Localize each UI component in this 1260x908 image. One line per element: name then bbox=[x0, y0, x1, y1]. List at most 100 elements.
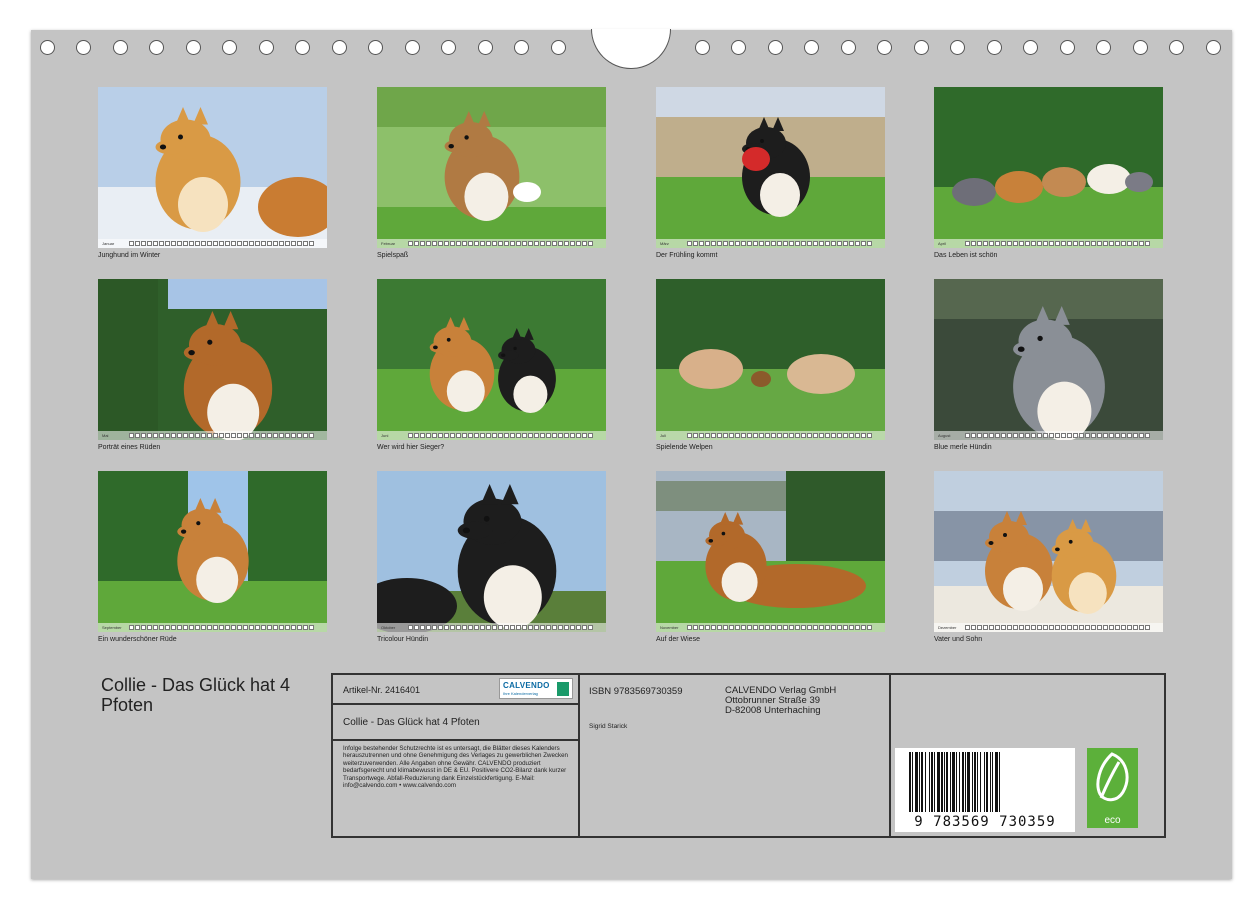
month-calendar-strip: Oktober bbox=[377, 623, 606, 632]
day-cell bbox=[570, 241, 575, 246]
day-cell bbox=[492, 625, 497, 630]
month-caption: Tricolour Hündin bbox=[377, 636, 429, 643]
barcode-bar bbox=[944, 752, 945, 812]
day-cell bbox=[849, 241, 854, 246]
day-cell bbox=[261, 625, 266, 630]
day-cell bbox=[261, 433, 266, 438]
day-cell bbox=[995, 625, 1000, 630]
day-cell bbox=[165, 625, 170, 630]
day-cell bbox=[231, 433, 236, 438]
binding-hole bbox=[1096, 40, 1111, 55]
day-cell bbox=[159, 625, 164, 630]
day-cell bbox=[729, 625, 734, 630]
day-cell bbox=[741, 433, 746, 438]
day-cell bbox=[723, 625, 728, 630]
calvendo-logo: CALVENDO Ihre Kalenderverlag bbox=[499, 678, 573, 699]
barcode-number: 9 783569 730359 bbox=[914, 814, 1056, 830]
month-item: Dezember Vater und Sohn bbox=[934, 471, 1163, 645]
day-cell bbox=[741, 241, 746, 246]
day-cell bbox=[801, 625, 806, 630]
isbn-text: ISBN 9783569730359 bbox=[589, 686, 683, 697]
day-cell bbox=[977, 433, 982, 438]
month-name: Juni bbox=[381, 433, 389, 438]
day-cell bbox=[171, 241, 176, 246]
binding-hole bbox=[405, 40, 420, 55]
day-cell bbox=[867, 433, 872, 438]
day-cell bbox=[759, 241, 764, 246]
month-name: September bbox=[102, 625, 122, 630]
day-cell bbox=[1127, 625, 1132, 630]
collie-photo bbox=[98, 471, 327, 632]
day-cell bbox=[297, 433, 302, 438]
day-cell bbox=[438, 625, 443, 630]
month-caption: Blue merle Hündin bbox=[934, 444, 992, 451]
day-cell bbox=[516, 241, 521, 246]
day-cell bbox=[177, 433, 182, 438]
day-cell bbox=[687, 433, 692, 438]
month-name: Mai bbox=[102, 433, 109, 438]
day-cell bbox=[279, 625, 284, 630]
day-cell bbox=[153, 241, 158, 246]
day-cell bbox=[219, 625, 224, 630]
day-cell bbox=[498, 433, 503, 438]
day-cell bbox=[1115, 625, 1120, 630]
day-cell bbox=[540, 241, 545, 246]
day-cell bbox=[303, 625, 308, 630]
barcode-bar bbox=[925, 752, 926, 812]
day-cell bbox=[861, 625, 866, 630]
day-cell bbox=[983, 625, 988, 630]
day-cell bbox=[450, 241, 455, 246]
day-cell bbox=[528, 625, 533, 630]
binding-hole bbox=[877, 40, 892, 55]
day-cell bbox=[480, 625, 485, 630]
day-cell bbox=[717, 625, 722, 630]
day-cell bbox=[801, 433, 806, 438]
day-cell bbox=[249, 433, 254, 438]
day-cell bbox=[729, 433, 734, 438]
day-cell bbox=[522, 241, 527, 246]
day-cell bbox=[1037, 625, 1042, 630]
month-caption: Wer wird hier Sieger? bbox=[377, 444, 445, 451]
day-cell bbox=[444, 625, 449, 630]
day-cell bbox=[468, 433, 473, 438]
month-calendar-strip: Januar bbox=[98, 239, 327, 248]
binding-hole bbox=[731, 40, 746, 55]
day-cell bbox=[1019, 241, 1024, 246]
day-cell bbox=[588, 433, 593, 438]
day-cell bbox=[1097, 433, 1102, 438]
hanger-cutout bbox=[591, 29, 671, 69]
day-cell bbox=[462, 241, 467, 246]
day-cell bbox=[819, 625, 824, 630]
day-cell bbox=[201, 241, 206, 246]
binding-hole bbox=[987, 40, 1002, 55]
day-cell bbox=[504, 625, 509, 630]
day-cell bbox=[438, 241, 443, 246]
day-cell bbox=[819, 241, 824, 246]
collie-photo bbox=[656, 279, 885, 440]
day-cell bbox=[267, 241, 272, 246]
isbn-barcode: 9 783569 730359 bbox=[895, 748, 1075, 832]
day-cell bbox=[450, 433, 455, 438]
day-cell bbox=[735, 241, 740, 246]
barcode-bar bbox=[959, 752, 960, 812]
binding-hole bbox=[76, 40, 91, 55]
day-cell bbox=[540, 625, 545, 630]
day-cell bbox=[438, 433, 443, 438]
barcode-bar bbox=[931, 752, 933, 812]
day-cell bbox=[444, 241, 449, 246]
day-cell bbox=[849, 433, 854, 438]
day-cell bbox=[510, 241, 515, 246]
barcode-bar bbox=[990, 752, 991, 812]
calendar-back-page: Januar Junghund im Winter Februar Spielspaß… bbox=[31, 29, 1232, 879]
day-cell bbox=[741, 625, 746, 630]
day-cell bbox=[159, 241, 164, 246]
day-cell bbox=[1001, 625, 1006, 630]
collie-photo bbox=[377, 87, 606, 248]
barcode-bar bbox=[972, 752, 973, 812]
day-cell bbox=[965, 625, 970, 630]
day-cell bbox=[861, 241, 866, 246]
day-cell bbox=[1073, 625, 1078, 630]
month-photo: Februar bbox=[377, 87, 606, 248]
day-cell bbox=[965, 433, 970, 438]
month-calendar-strip: August bbox=[934, 431, 1163, 440]
